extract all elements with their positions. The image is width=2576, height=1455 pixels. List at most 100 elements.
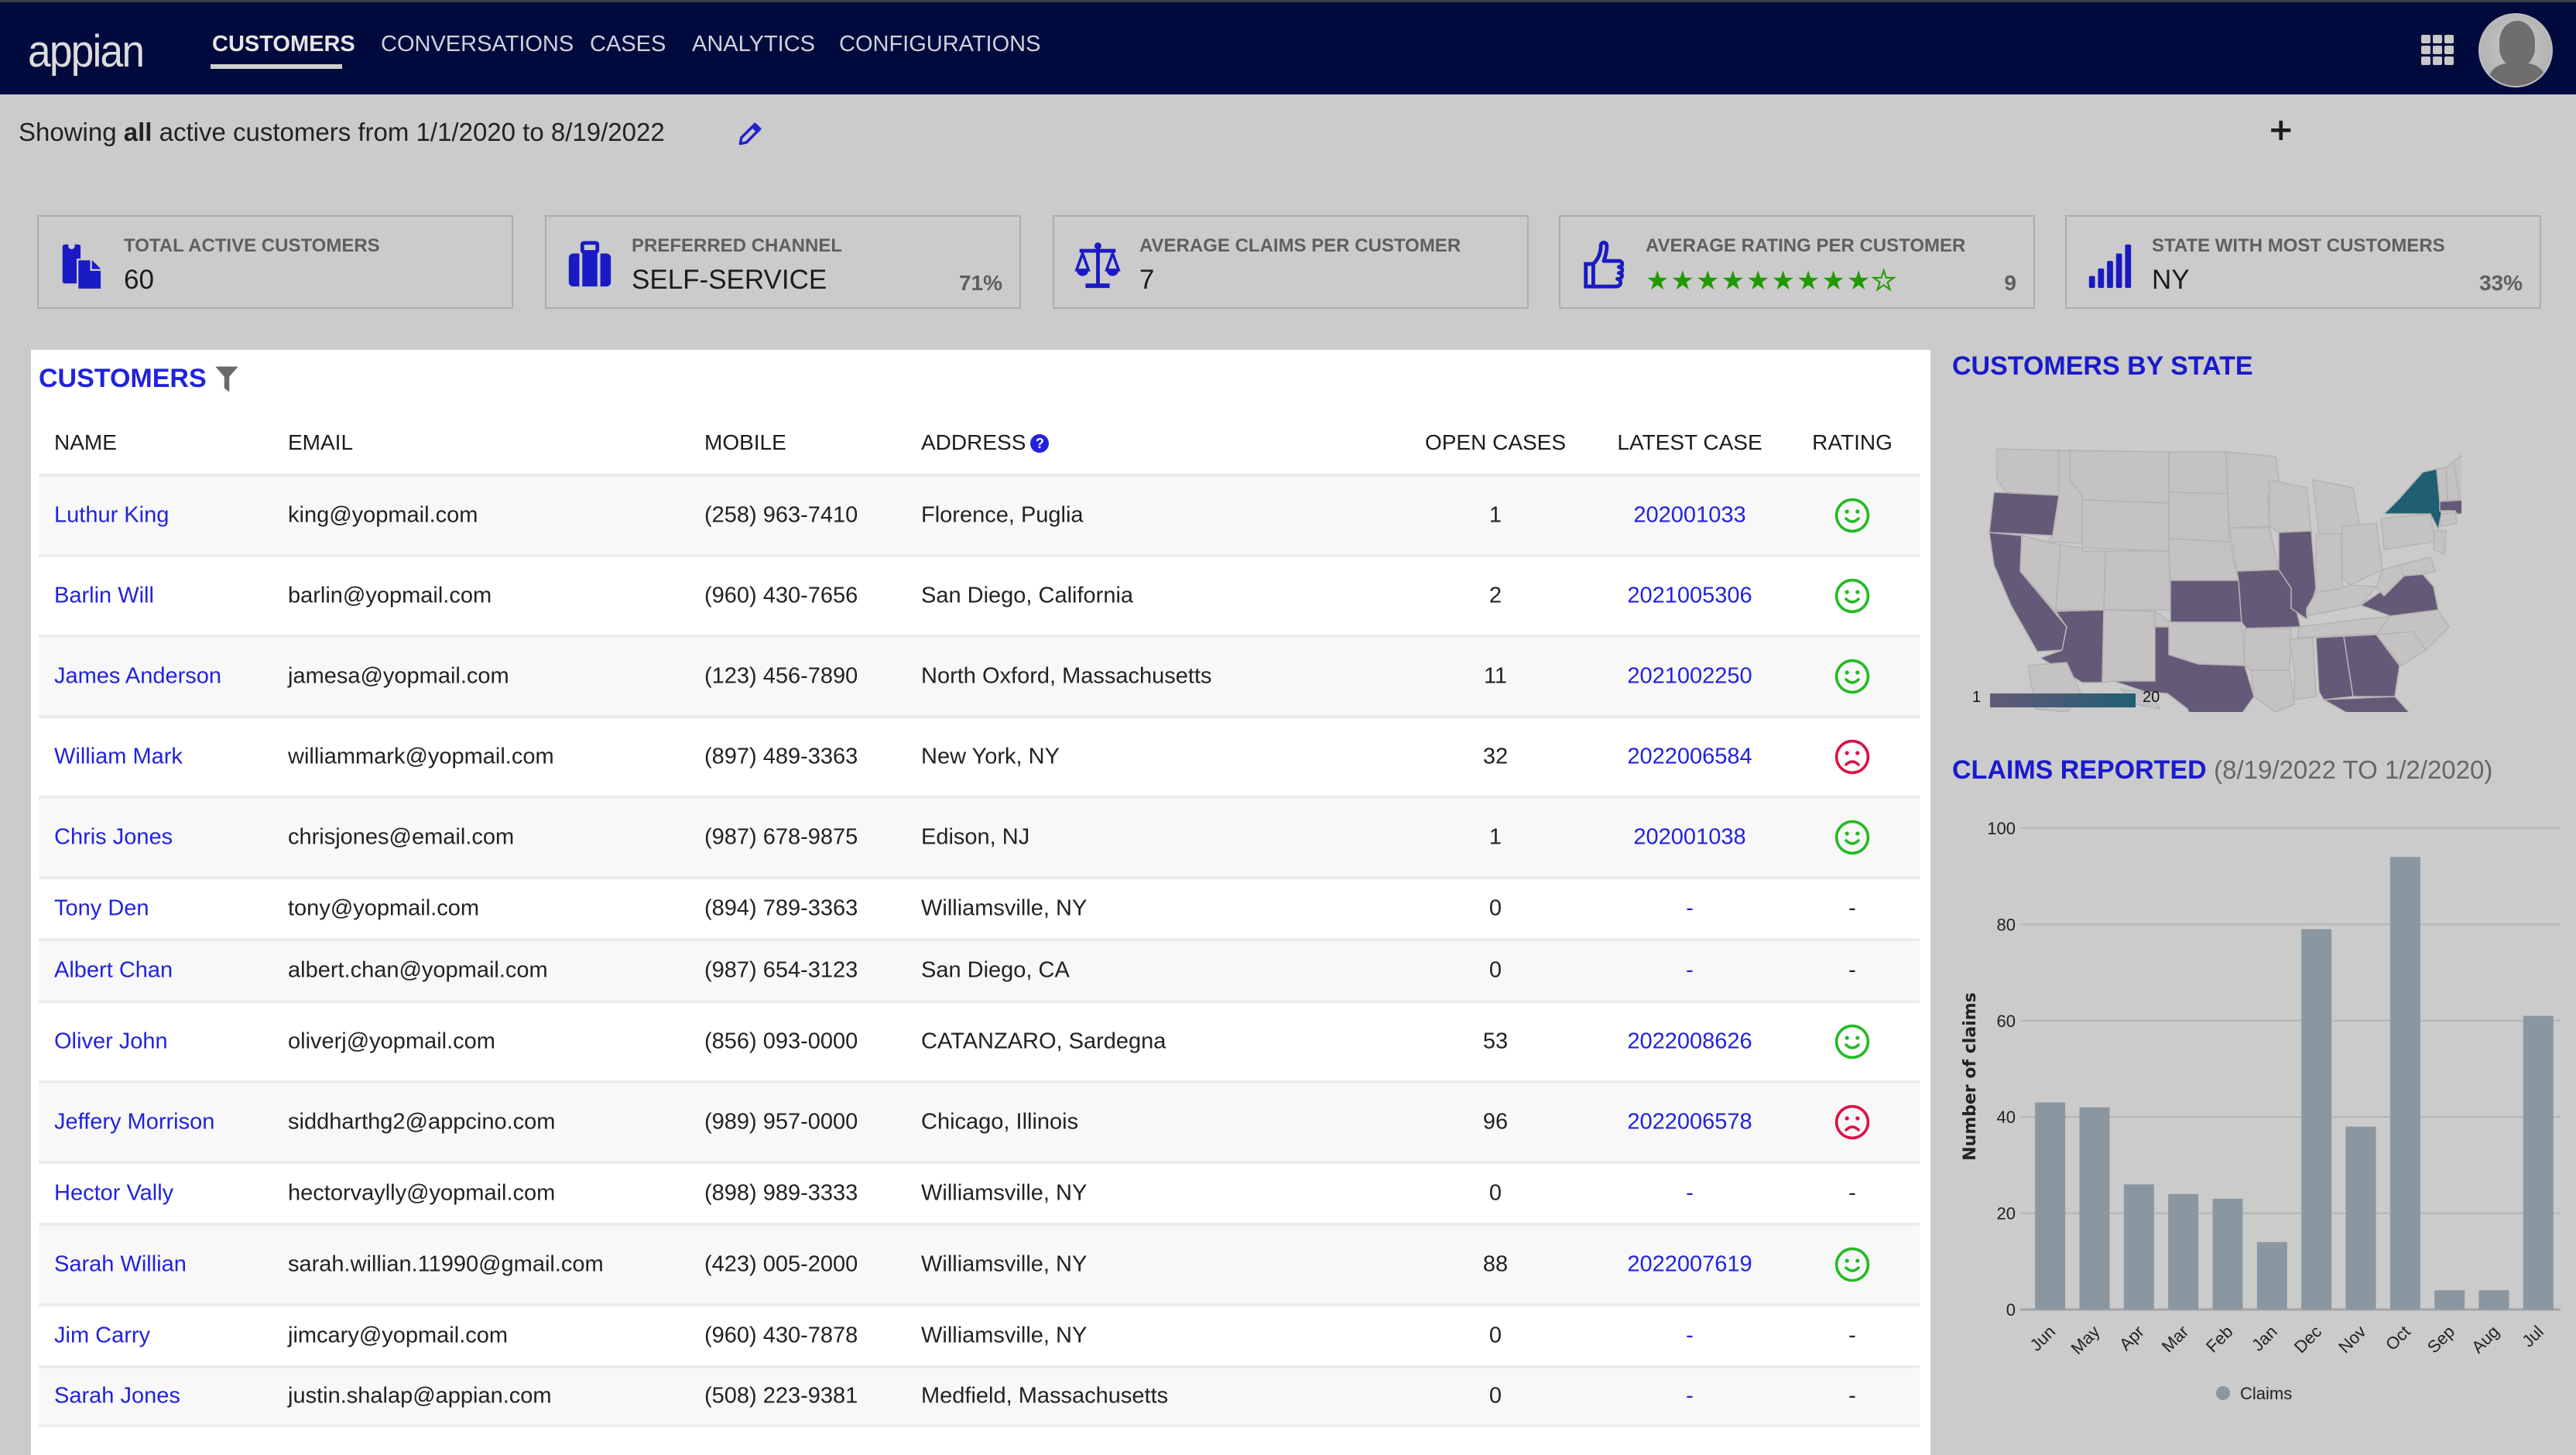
open-cases-count: 0 bbox=[1488, 895, 1502, 921]
legend-claims-label: Claims bbox=[2240, 1384, 2292, 1403]
latest-case-link[interactable]: 2022008626 bbox=[1627, 1029, 1752, 1055]
pencil-edit-icon[interactable] bbox=[735, 119, 765, 149]
add-plus-icon[interactable]: + bbox=[2268, 115, 2294, 146]
latest-case-link[interactable]: 202001038 bbox=[1633, 825, 1745, 851]
open-cases-count: 2 bbox=[1488, 583, 1502, 608]
customer-name-link[interactable]: Albert Chan bbox=[54, 958, 173, 984]
x-tick-label: Nov bbox=[2334, 1322, 2369, 1357]
state-mt[interactable] bbox=[2069, 450, 2170, 504]
column-header-latest-case[interactable]: LATEST CASE bbox=[1617, 430, 1762, 455]
customer-name-link[interactable]: Hector Vally bbox=[54, 1181, 173, 1207]
customer-name-link[interactable]: William Mark bbox=[54, 745, 183, 770]
customer-mobile: (856) 093-0000 bbox=[704, 1029, 858, 1054]
state-nm[interactable] bbox=[2102, 609, 2156, 683]
state-ms[interactable] bbox=[2289, 637, 2317, 700]
customer-name-link[interactable]: James Anderson bbox=[54, 664, 221, 690]
customer-name-link[interactable]: Sarah Jones bbox=[54, 1384, 180, 1409]
state-nd[interactable] bbox=[2168, 451, 2228, 495]
column-header-rating[interactable]: RATING bbox=[1812, 430, 1893, 455]
help-question-icon[interactable]: ? bbox=[1030, 434, 1050, 453]
latest-case-link[interactable]: 2022006584 bbox=[1627, 745, 1752, 770]
customer-name-link[interactable]: Jeffery Morrison bbox=[54, 1110, 214, 1135]
column-header-address[interactable]: ADDRESS? bbox=[921, 430, 1050, 455]
state-sd[interactable] bbox=[2168, 491, 2230, 543]
latest-case-link[interactable]: 2021005306 bbox=[1627, 584, 1752, 609]
active-tab-indicator bbox=[211, 64, 342, 69]
state-ma[interactable] bbox=[2439, 499, 2461, 515]
state-co[interactable] bbox=[2103, 550, 2171, 611]
state-ne[interactable] bbox=[2168, 538, 2239, 581]
rating-empty: - bbox=[1848, 957, 1856, 983]
star-filled-icon: ★ bbox=[1721, 265, 1745, 296]
state-ct[interactable] bbox=[2439, 512, 2458, 527]
appian-logo[interactable]: appian bbox=[28, 26, 145, 77]
state-ks[interactable] bbox=[2170, 580, 2242, 623]
latest-case-link[interactable]: 2022006578 bbox=[1627, 1110, 1752, 1135]
customer-name-link[interactable]: Barlin Will bbox=[54, 584, 154, 609]
column-header-email[interactable]: EMAIL bbox=[288, 430, 353, 455]
bar-may bbox=[2079, 1107, 2110, 1310]
customer-mobile: (897) 489-3363 bbox=[704, 744, 858, 769]
state-fl[interactable] bbox=[2321, 696, 2423, 712]
smiley-happy-icon bbox=[1834, 577, 1871, 615]
customers-table-body: Luthur King king@yopmail.com (258) 963-741… bbox=[39, 474, 1920, 1427]
x-tick-label: Jun bbox=[2026, 1322, 2059, 1355]
state-oh[interactable] bbox=[2341, 522, 2383, 586]
x-tick-label: Aug bbox=[2468, 1322, 2502, 1357]
column-header-name[interactable]: NAME bbox=[54, 430, 117, 455]
state-wi[interactable] bbox=[2269, 479, 2312, 533]
briefcase-icon bbox=[568, 241, 611, 287]
state-md[interactable] bbox=[2398, 556, 2436, 577]
customer-mobile: (258) 963-7410 bbox=[704, 502, 858, 528]
state-pa[interactable] bbox=[2380, 513, 2436, 550]
us-states-map[interactable] bbox=[1966, 433, 2461, 712]
customer-name-link[interactable]: Chris Jones bbox=[54, 825, 173, 851]
customer-mobile: (987) 654-3123 bbox=[704, 957, 858, 983]
table-row: William Mark williammark@yopmail.com (897)… bbox=[39, 715, 1920, 796]
rating-empty: - bbox=[1848, 895, 1856, 921]
state-ut[interactable] bbox=[2055, 544, 2106, 611]
star-filled-icon: ★ bbox=[1745, 265, 1770, 296]
kpi-total-active-customers: TOTAL ACTIVE CUSTOMERS 60 bbox=[37, 215, 513, 309]
nav-tab-cases[interactable]: CASES bbox=[590, 32, 666, 57]
customer-name-link[interactable]: Oliver John bbox=[54, 1029, 168, 1055]
column-header-open-cases[interactable]: OPEN CASES bbox=[1425, 430, 1566, 455]
open-cases-count: 0 bbox=[1488, 1323, 1502, 1348]
latest-case-empty: - bbox=[1686, 1180, 1694, 1206]
latest-case-link[interactable]: 2021002250 bbox=[1627, 664, 1752, 690]
state-in[interactable] bbox=[2315, 533, 2343, 594]
user-avatar-icon[interactable] bbox=[2478, 13, 2553, 87]
customer-name-link[interactable]: Tony Den bbox=[54, 896, 149, 922]
nav-tab-customers[interactable]: CUSTOMERS bbox=[212, 32, 355, 57]
state-ar[interactable] bbox=[2244, 628, 2292, 671]
filter-funnel-icon[interactable] bbox=[214, 365, 240, 393]
customer-mobile: (894) 789-3363 bbox=[704, 895, 858, 921]
state-wa[interactable] bbox=[1996, 448, 2060, 496]
nav-tab-conversations[interactable]: CONVERSATIONS bbox=[381, 32, 574, 57]
nav-tab-configurations[interactable]: CONFIGURATIONS bbox=[839, 32, 1040, 57]
star-filled-icon: ★ bbox=[1670, 265, 1694, 296]
apps-grid-icon[interactable] bbox=[2421, 35, 2457, 66]
nav-tab-analytics[interactable]: ANALYTICS bbox=[692, 32, 815, 57]
star-filled-icon: ★ bbox=[1646, 265, 1670, 296]
table-row: Sarah Willian sarah.willian.11990@gmail.c… bbox=[39, 1223, 1920, 1303]
filter-summary-prefix: Showing bbox=[19, 118, 124, 146]
column-header-mobile[interactable]: MOBILE bbox=[704, 430, 786, 455]
claims-title-text: CLAIMS REPORTED bbox=[1952, 755, 2207, 785]
kpi-percent: 71% bbox=[958, 271, 1002, 295]
customer-name-link[interactable]: Sarah Willian bbox=[54, 1252, 187, 1278]
latest-case-link[interactable]: 202001033 bbox=[1633, 503, 1745, 529]
latest-case-link[interactable]: 2022007619 bbox=[1627, 1252, 1752, 1278]
y-tick-label: 40 bbox=[1997, 1108, 2016, 1127]
state-la[interactable] bbox=[2250, 669, 2295, 712]
state-wy[interactable] bbox=[2081, 499, 2170, 552]
map-legend-gradient bbox=[1990, 693, 2136, 707]
smiley-happy-icon bbox=[1834, 819, 1871, 856]
state-nj[interactable] bbox=[2433, 530, 2447, 556]
customer-address: Williamsville, NY bbox=[921, 1251, 1088, 1277]
customer-name-link[interactable]: Jim Carry bbox=[54, 1323, 150, 1349]
customer-name-link[interactable]: Luthur King bbox=[54, 503, 169, 529]
state-or[interactable] bbox=[1989, 491, 2060, 536]
state-ia[interactable] bbox=[2228, 527, 2280, 572]
customer-mobile: (423) 005-2000 bbox=[704, 1251, 858, 1277]
